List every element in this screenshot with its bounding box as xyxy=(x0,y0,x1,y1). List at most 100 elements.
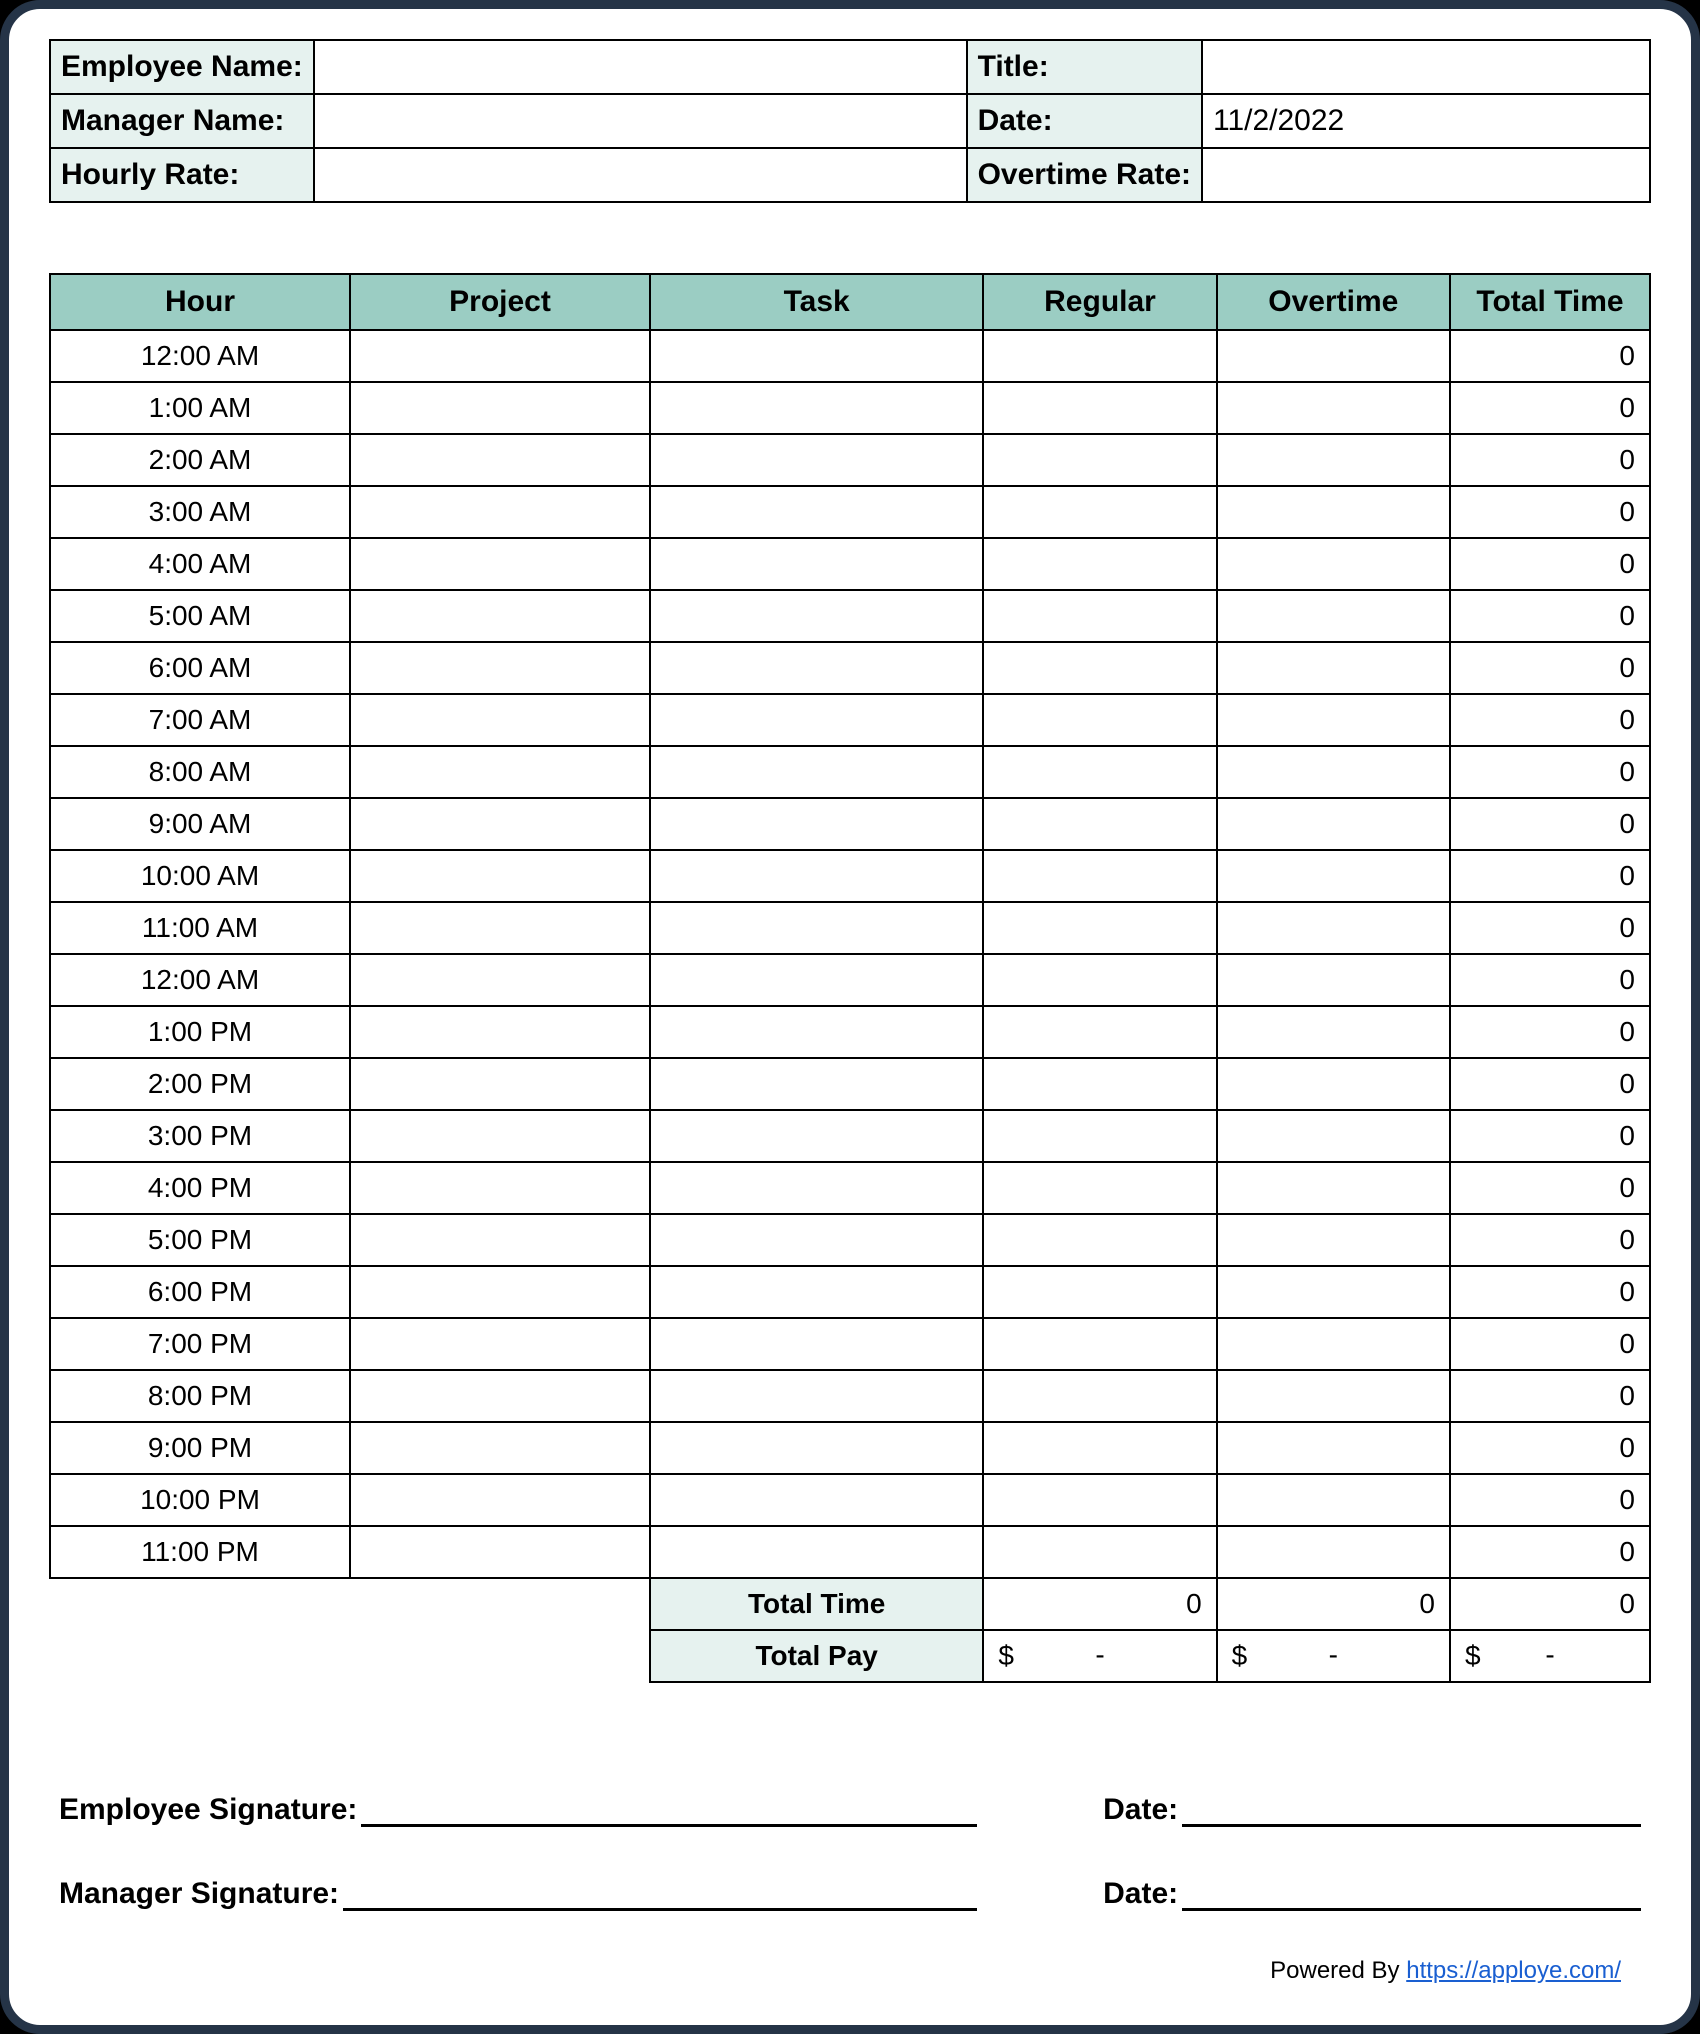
task-cell[interactable] xyxy=(650,902,983,954)
manager-date-line[interactable] xyxy=(1182,1881,1641,1911)
project-cell[interactable] xyxy=(350,642,650,694)
project-cell[interactable] xyxy=(350,954,650,1006)
task-cell[interactable] xyxy=(650,850,983,902)
regular-cell[interactable] xyxy=(983,1474,1216,1526)
overtime-cell[interactable] xyxy=(1217,798,1450,850)
regular-cell[interactable] xyxy=(983,382,1216,434)
overtime-cell[interactable] xyxy=(1217,902,1450,954)
task-cell[interactable] xyxy=(650,1214,983,1266)
overtime-cell[interactable] xyxy=(1217,1266,1450,1318)
task-cell[interactable] xyxy=(650,694,983,746)
project-cell[interactable] xyxy=(350,1370,650,1422)
overtime-cell[interactable] xyxy=(1217,538,1450,590)
task-cell[interactable] xyxy=(650,538,983,590)
task-cell[interactable] xyxy=(650,486,983,538)
project-cell[interactable] xyxy=(350,1162,650,1214)
regular-cell[interactable] xyxy=(983,1162,1216,1214)
project-cell[interactable] xyxy=(350,850,650,902)
overtime-cell[interactable] xyxy=(1217,642,1450,694)
project-cell[interactable] xyxy=(350,1214,650,1266)
task-cell[interactable] xyxy=(650,434,983,486)
overtime-cell[interactable] xyxy=(1217,850,1450,902)
overtime-cell[interactable] xyxy=(1217,746,1450,798)
task-cell[interactable] xyxy=(650,1110,983,1162)
regular-cell[interactable] xyxy=(983,1110,1216,1162)
overtime-cell[interactable] xyxy=(1217,1474,1450,1526)
task-cell[interactable] xyxy=(650,330,983,382)
task-cell[interactable] xyxy=(650,1266,983,1318)
project-cell[interactable] xyxy=(350,382,650,434)
regular-cell[interactable] xyxy=(983,538,1216,590)
overtime-cell[interactable] xyxy=(1217,1110,1450,1162)
task-cell[interactable] xyxy=(650,382,983,434)
project-cell[interactable] xyxy=(350,1474,650,1526)
project-cell[interactable] xyxy=(350,1266,650,1318)
overtime-cell[interactable] xyxy=(1217,382,1450,434)
regular-cell[interactable] xyxy=(983,642,1216,694)
manager-name-value[interactable] xyxy=(314,94,967,148)
task-cell[interactable] xyxy=(650,1526,983,1578)
task-cell[interactable] xyxy=(650,954,983,1006)
employee-name-value[interactable] xyxy=(314,40,967,94)
regular-cell[interactable] xyxy=(983,1422,1216,1474)
regular-cell[interactable] xyxy=(983,1318,1216,1370)
overtime-cell[interactable] xyxy=(1217,590,1450,642)
project-cell[interactable] xyxy=(350,902,650,954)
project-cell[interactable] xyxy=(350,1318,650,1370)
overtime-cell[interactable] xyxy=(1217,1526,1450,1578)
project-cell[interactable] xyxy=(350,1526,650,1578)
task-cell[interactable] xyxy=(650,590,983,642)
title-value[interactable] xyxy=(1202,40,1650,94)
regular-cell[interactable] xyxy=(983,1526,1216,1578)
project-cell[interactable] xyxy=(350,1058,650,1110)
overtime-cell[interactable] xyxy=(1217,1318,1450,1370)
project-cell[interactable] xyxy=(350,434,650,486)
task-cell[interactable] xyxy=(650,1474,983,1526)
regular-cell[interactable] xyxy=(983,1058,1216,1110)
regular-cell[interactable] xyxy=(983,1006,1216,1058)
overtime-cell[interactable] xyxy=(1217,1162,1450,1214)
project-cell[interactable] xyxy=(350,694,650,746)
regular-cell[interactable] xyxy=(983,330,1216,382)
task-cell[interactable] xyxy=(650,798,983,850)
overtime-cell[interactable] xyxy=(1217,1370,1450,1422)
task-cell[interactable] xyxy=(650,1422,983,1474)
overtime-cell[interactable] xyxy=(1217,434,1450,486)
regular-cell[interactable] xyxy=(983,1370,1216,1422)
regular-cell[interactable] xyxy=(983,798,1216,850)
regular-cell[interactable] xyxy=(983,694,1216,746)
task-cell[interactable] xyxy=(650,1058,983,1110)
overtime-cell[interactable] xyxy=(1217,1058,1450,1110)
project-cell[interactable] xyxy=(350,1006,650,1058)
regular-cell[interactable] xyxy=(983,1266,1216,1318)
regular-cell[interactable] xyxy=(983,1214,1216,1266)
regular-cell[interactable] xyxy=(983,434,1216,486)
project-cell[interactable] xyxy=(350,330,650,382)
footer-link[interactable]: https://apploye.com/ xyxy=(1406,1957,1621,1984)
employee-date-line[interactable] xyxy=(1182,1797,1641,1827)
project-cell[interactable] xyxy=(350,746,650,798)
regular-cell[interactable] xyxy=(983,590,1216,642)
overtime-cell[interactable] xyxy=(1217,1422,1450,1474)
regular-cell[interactable] xyxy=(983,902,1216,954)
task-cell[interactable] xyxy=(650,642,983,694)
project-cell[interactable] xyxy=(350,486,650,538)
hourly-rate-value[interactable] xyxy=(314,148,967,202)
task-cell[interactable] xyxy=(650,1370,983,1422)
overtime-cell[interactable] xyxy=(1217,694,1450,746)
project-cell[interactable] xyxy=(350,538,650,590)
overtime-cell[interactable] xyxy=(1217,1006,1450,1058)
date-value[interactable]: 11/2/2022 xyxy=(1202,94,1650,148)
overtime-rate-value[interactable] xyxy=(1202,148,1650,202)
regular-cell[interactable] xyxy=(983,486,1216,538)
project-cell[interactable] xyxy=(350,590,650,642)
overtime-cell[interactable] xyxy=(1217,1214,1450,1266)
project-cell[interactable] xyxy=(350,1110,650,1162)
regular-cell[interactable] xyxy=(983,954,1216,1006)
overtime-cell[interactable] xyxy=(1217,486,1450,538)
overtime-cell[interactable] xyxy=(1217,954,1450,1006)
task-cell[interactable] xyxy=(650,746,983,798)
task-cell[interactable] xyxy=(650,1318,983,1370)
employee-signature-line[interactable] xyxy=(361,1797,976,1827)
regular-cell[interactable] xyxy=(983,850,1216,902)
